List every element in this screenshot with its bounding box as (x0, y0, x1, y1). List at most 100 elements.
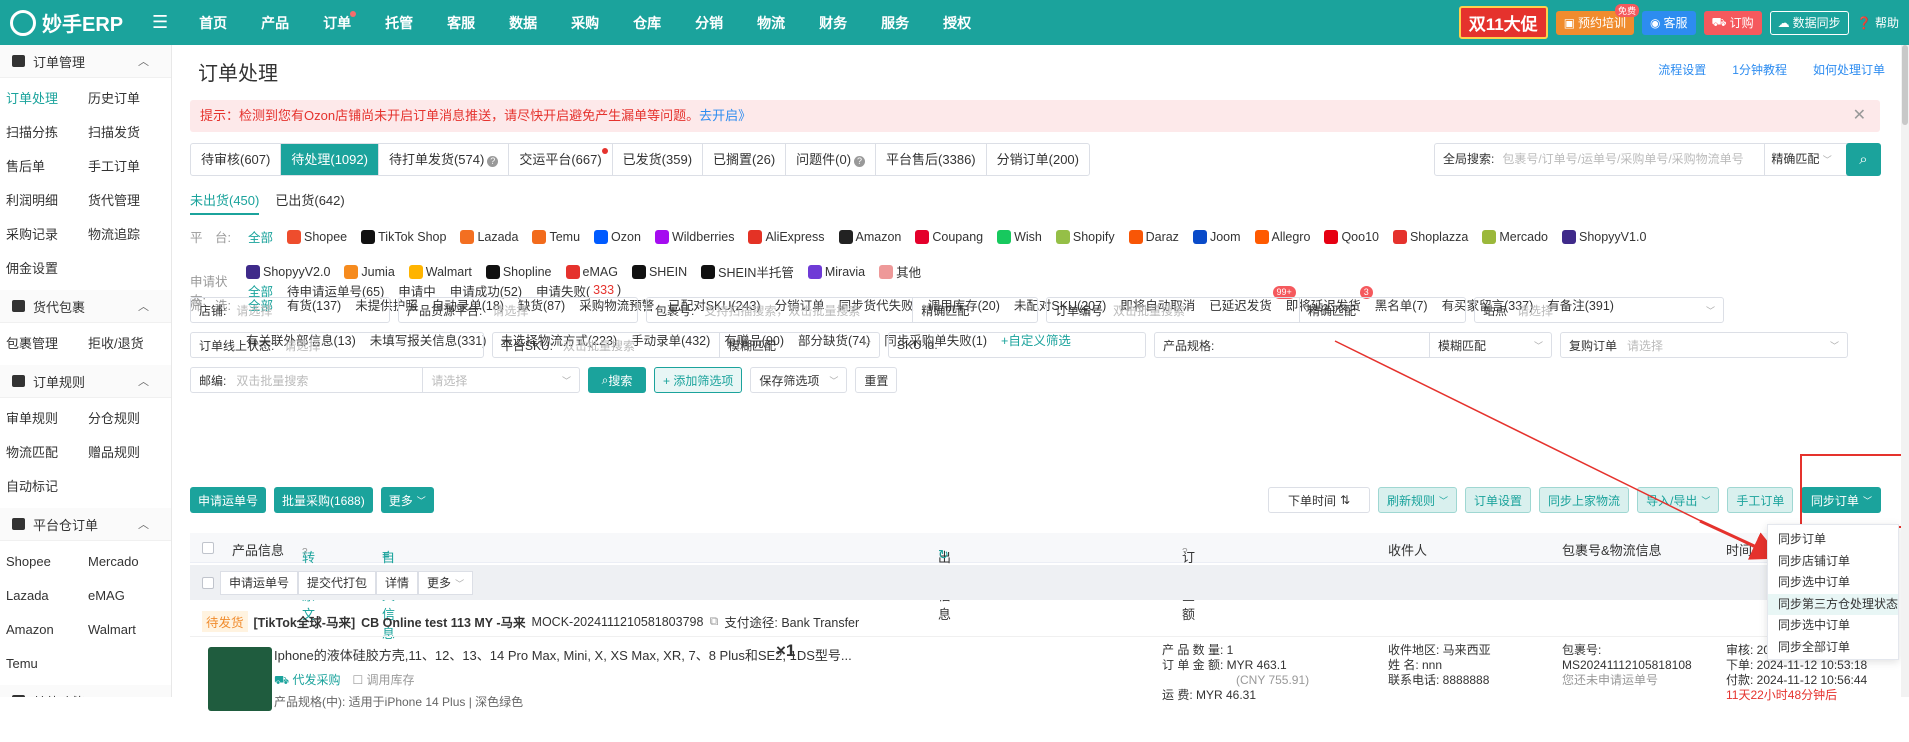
sidebar-group-header[interactable]: 其他功能 (0, 685, 171, 697)
nav-item[interactable]: 首页 (182, 13, 244, 33)
more-button[interactable]: 更多 ﹀ (380, 487, 434, 513)
zip-field[interactable]: 邮编: 双击批量搜索 请选择 ﹀ (190, 367, 580, 393)
nav-item[interactable]: 仓库 (616, 13, 678, 33)
refresh-icon[interactable]: ↻ (938, 547, 949, 563)
sidebar-item[interactable]: 物流追踪 (88, 218, 170, 252)
package-match-select[interactable]: 精确匹配 (912, 298, 1020, 322)
nav-item[interactable]: 托管 (368, 13, 430, 33)
platform-shopee[interactable]: Shopee (287, 229, 347, 244)
reset-button[interactable]: 重置 (855, 367, 898, 393)
status-tab[interactable]: 交运平台(667) (509, 144, 613, 175)
sidebar-item[interactable]: 扫描发货 (88, 116, 170, 150)
sidebar-item[interactable]: 赠品规则 (88, 436, 170, 470)
sidebar-item[interactable]: 订单处理 (6, 82, 88, 116)
nav-item[interactable]: 财务 (802, 13, 864, 33)
nav-item[interactable]: 订单 (306, 10, 368, 33)
nav-item[interactable]: 数据 (492, 13, 554, 33)
global-search-input[interactable]: 包裹号/订单号/运单号/采购单号/采购物流单号 (1502, 144, 1764, 175)
sidebar-item[interactable]: 扫描分拣 (6, 116, 88, 150)
sidebar-item[interactable]: 手工订单 (88, 150, 170, 184)
shop-select[interactable]: 店铺: 请选择 ﹀ (190, 297, 390, 323)
sidebar-item[interactable]: 售后单 (6, 150, 88, 184)
dropdown-item[interactable]: 同步全部订单 (1768, 637, 1898, 659)
product-thumbnail[interactable] (208, 647, 272, 711)
sidebar-item[interactable]: 采购记录 (6, 218, 88, 252)
source-select[interactable]: 产品货源平台: 请选择 ﹀ (398, 297, 638, 323)
status-tab[interactable]: 待打单发货(574)? (379, 144, 510, 175)
platform-amazon[interactable]: Amazon (838, 229, 901, 244)
status-tab[interactable]: 待处理(1092) (281, 144, 379, 175)
platform-wildberries[interactable]: Wildberries (654, 229, 734, 244)
global-match-select[interactable]: 精确匹配 ﹀ (1764, 144, 1852, 175)
platform-all[interactable]: 全部 (248, 227, 273, 246)
sidebar-item[interactable]: eMAG (88, 579, 170, 613)
platform-wish[interactable]: Wish (997, 229, 1042, 244)
page-scrollbar[interactable] (1901, 45, 1909, 697)
nav-item[interactable]: 服务 (864, 13, 926, 33)
nav-item[interactable]: 分销 (678, 13, 740, 33)
search-icon-button[interactable]: ⌕ (1846, 143, 1881, 176)
sidebar-item[interactable]: Temu (6, 647, 88, 681)
platform-aliexpress[interactable]: AliExpress (748, 229, 825, 244)
platform-shoplazza[interactable]: Shoplazza (1392, 229, 1468, 244)
status-tab[interactable]: 平台售后(3386) (876, 144, 987, 175)
sidebar-item[interactable]: 分仓规则 (88, 402, 170, 436)
nav-item[interactable]: 产品 (244, 13, 306, 33)
subtab-unshipped[interactable]: 未出货(450) (190, 190, 260, 215)
use-stock-link[interactable]: ☐ 调用库存 (352, 671, 414, 689)
save-filter-button[interactable]: 保存筛选项 ﹀ (750, 367, 848, 393)
package-no-field[interactable]: 包裹号: 支持扫描搜索，双击批量搜索 精确匹配 ﹀ (646, 297, 1038, 323)
order-settings-button[interactable]: 订单设置 (1465, 487, 1532, 513)
platform-joom[interactable]: Joom (1192, 229, 1241, 244)
package-line[interactable]: MS20241112105818108 (1562, 658, 1692, 673)
sidebar-group-header[interactable]: 订单规则 ︿ (0, 365, 171, 398)
zip-select[interactable]: 请选择 (422, 368, 562, 392)
close-icon[interactable]: ✕ (1853, 100, 1866, 132)
spec-field[interactable]: 产品规格: 模糊匹配 ﹀ (1154, 332, 1552, 358)
dropdown-item[interactable]: 同步店铺订单 (1768, 551, 1898, 573)
brand-logo[interactable]: 妙手ERP (0, 0, 150, 45)
manual-order-button[interactable]: 手工订单 (1727, 487, 1794, 513)
data-sync-button[interactable]: ☁ 数据同步 (1769, 10, 1849, 35)
nav-item[interactable]: 授权 (926, 13, 988, 33)
platform-allegro[interactable]: Allegro (1254, 229, 1310, 244)
notice-link[interactable]: 去开启》 (699, 108, 751, 123)
search-button[interactable]: ⌕ 搜索 (588, 367, 646, 393)
apply-waybill-button[interactable]: 申请运单号 (190, 487, 267, 513)
dropdown-item[interactable]: 同步选中订单 (1768, 572, 1898, 594)
platform-mercado[interactable]: Mercado (1482, 229, 1548, 244)
sidebar-item[interactable]: 货代管理 (88, 184, 170, 218)
platform-sku-field[interactable]: 平台SKU: 双击批量搜索 模糊匹配 ﹀ (492, 332, 880, 358)
dropdown-item[interactable]: 同步订单 (1768, 529, 1898, 551)
sidebar-group-header[interactable]: 平台仓订单 ︿ (0, 508, 171, 541)
flow-settings-link[interactable]: 流程设置 (1658, 61, 1706, 78)
sidebar-item[interactable]: 物流匹配 (6, 436, 88, 470)
help-link[interactable]: ❓ 帮助 (1857, 14, 1899, 31)
add-filter-button[interactable]: + 添加筛选项 (654, 367, 743, 393)
dropship-link[interactable]: ⛟ 代发采购 (274, 671, 340, 689)
platform-sku-match-select[interactable]: 模糊匹配 (719, 333, 862, 357)
nav-item[interactable]: 客服 (430, 13, 492, 33)
online-status-select[interactable]: 订单线上状态: 请选择 ﹀ (190, 332, 484, 358)
row-checkbox[interactable] (202, 576, 214, 589)
status-tab[interactable]: 已搁置(26) (703, 144, 787, 175)
sidebar-item[interactable]: 历史订单 (88, 82, 170, 116)
platform-ozon[interactable]: Ozon (594, 229, 641, 244)
sync-logistics-button[interactable]: 同步上家物流 (1539, 487, 1630, 513)
site-select[interactable]: 站点 请选择 ﹀ (1474, 297, 1724, 323)
support-button[interactable]: ◉ 客服 (1642, 10, 1696, 35)
import-export-button[interactable]: 导入/导出 ﹀ (1637, 487, 1720, 513)
bulk-apply-waybill[interactable]: 申请运单号 (220, 570, 299, 595)
platform-daraz[interactable]: Daraz (1128, 229, 1179, 244)
sidebar-item[interactable]: Lazada (6, 579, 88, 613)
dropdown-item[interactable]: 同步第三方仓处理状态 (1768, 593, 1898, 615)
sidebar-group-header[interactable]: 订单管理 ︿ (0, 45, 171, 78)
scrollbar-thumb[interactable] (1902, 45, 1908, 125)
sidebar-item[interactable]: Shopee (6, 545, 88, 579)
refresh-rule-button[interactable]: 刷新规则 ﹀ (1378, 487, 1458, 513)
tutorial-link[interactable]: 1分钟教程 (1732, 61, 1787, 78)
nav-item[interactable]: 采购 (554, 13, 616, 33)
bulk-purchase-button[interactable]: 批量采购(1688) (274, 487, 373, 513)
spec-match-select[interactable]: 模糊匹配 (1429, 333, 1534, 357)
sidebar-item[interactable]: Amazon (6, 613, 88, 647)
